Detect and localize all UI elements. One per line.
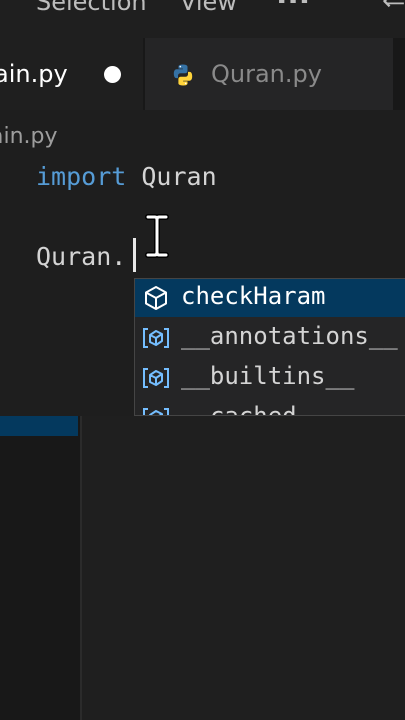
suggestion-label: __cached__ [181,402,326,416]
tab-bar: ain.py Quran.py [0,38,405,110]
text-cursor [133,238,136,272]
suggestion-item[interactable]: checkHaram [135,279,405,317]
tab-label: ain.py [0,60,68,88]
menu-view[interactable]: View [180,0,237,16]
variable-icon [143,408,169,415]
suggestion-label: __annotations__ [181,322,398,350]
python-icon [173,64,193,86]
tab-label: Quran.py [211,60,322,88]
autocomplete-popup: checkHaram __annotations__ __builtins__ … [134,278,405,416]
tab-main-py[interactable]: ain.py [0,38,143,110]
ibeam-cursor-icon [145,214,169,258]
keyword-import: import [36,162,127,191]
side-panel-selected-item[interactable] [0,416,78,436]
menu-bar: Selection View ... ⇐ [0,0,405,38]
variable-icon [143,368,169,388]
tab-quran-py[interactable]: Quran.py [145,38,393,110]
side-panel[interactable] [0,416,80,720]
back-arrow-icon[interactable]: ⇐ [382,0,405,17]
variable-icon [143,328,169,348]
suggestion-label: __builtins__ [181,362,355,390]
unsaved-dot-icon[interactable] [104,66,121,83]
suggestion-item[interactable]: __annotations__ [135,319,405,357]
menu-selection[interactable]: Selection [36,0,147,16]
suggestion-label: checkHaram [181,282,326,310]
suggestion-item[interactable]: __builtins__ [135,359,405,397]
method-cube-icon [145,286,167,310]
code-line-1[interactable]: import Quran [36,162,217,191]
module-name: Quran [126,162,217,191]
code-line-2[interactable]: Quran. [36,242,126,271]
bottom-panel[interactable] [82,416,405,720]
menu-more-icon[interactable]: ... [276,0,310,11]
suggestion-item[interactable]: __cached__ [135,399,405,416]
breadcrumb[interactable]: ain.py [0,124,58,149]
code-text: Quran. [36,242,127,271]
